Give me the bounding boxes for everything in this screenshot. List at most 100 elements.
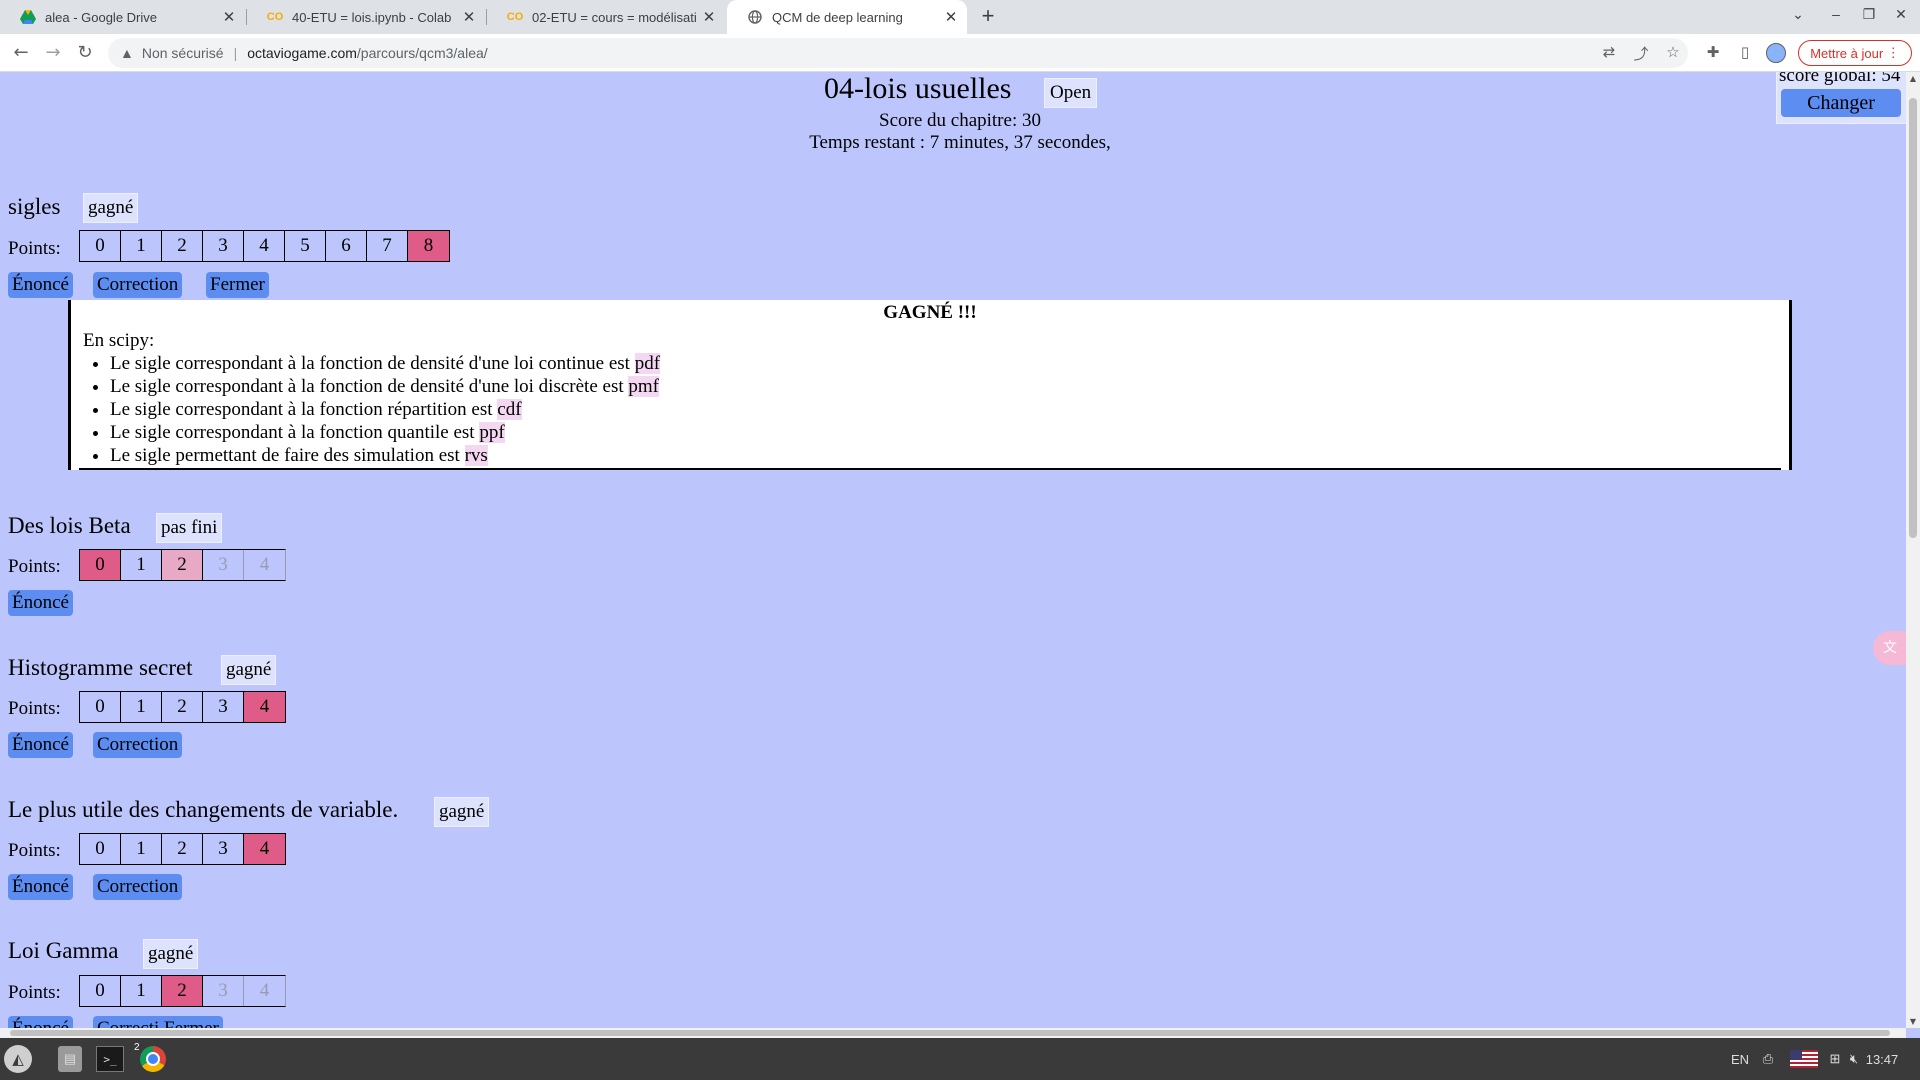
point-option[interactable]: 2 <box>162 231 203 261</box>
point-option[interactable]: 1 <box>121 692 162 722</box>
correction-button[interactable]: Correction <box>93 732 183 758</box>
printer-icon[interactable]: ⎙ <box>1758 1046 1778 1072</box>
point-option-selected[interactable]: 4 <box>244 692 285 722</box>
correction-button[interactable]: Correction <box>93 874 183 900</box>
browser-tab-drive[interactable]: alea - Google Drive ✕ <box>0 0 245 34</box>
enonce-button[interactable]: Énoncé <box>8 732 73 758</box>
browser-tab-qcm[interactable]: QCM de deep learning ✕ <box>727 0 967 34</box>
close-icon[interactable]: ✕ <box>457 8 481 26</box>
point-option-selected[interactable]: 4 <box>244 834 285 864</box>
scroll-down-arrow-icon[interactable]: ▼ <box>1906 1017 1920 1026</box>
horizontal-scrollbar[interactable] <box>0 1028 1906 1038</box>
point-option-selected[interactable]: 2 <box>162 976 203 1006</box>
translate-widget-icon[interactable]: 文 <box>1873 631 1906 665</box>
us-flag-icon[interactable] <box>1790 1050 1818 1068</box>
point-option[interactable]: 0 <box>80 692 121 722</box>
browser-tab-bar: alea - Google Drive ✕ CO 40-ETU = lois.i… <box>0 0 1920 34</box>
point-option-selected[interactable]: 0 <box>80 550 121 580</box>
point-option[interactable]: 5 <box>285 231 326 261</box>
point-option[interactable]: 0 <box>80 834 121 864</box>
browser-tab-colab-cours[interactable]: CO 02-ETU = cours = modélisation ✕ <box>487 0 725 34</box>
list-item-text: Le sigle correspondant à la fonction qua… <box>110 422 480 443</box>
back-arrow-icon[interactable]: ← <box>8 41 34 65</box>
list-item: Le sigle correspondant à la fonction qua… <box>110 421 660 444</box>
points-scale: 0 1 2 3 4 <box>79 975 286 1007</box>
share-icon[interactable]: ⤴ <box>1630 43 1652 63</box>
fermer-button[interactable]: Fermer <box>206 272 269 298</box>
points-scale: 0 1 2 3 4 <box>79 691 286 723</box>
warning-icon[interactable]: ▲ <box>120 45 134 61</box>
minimize-icon[interactable]: – <box>1824 6 1848 22</box>
volume-muted-icon[interactable]: 🔇︎ <box>1846 1046 1862 1072</box>
file-manager-icon[interactable]: ▤ <box>58 1046 82 1072</box>
browser-tab-colab-lois[interactable]: CO 40-ETU = lois.ipynb - Colab ✕ <box>247 0 485 34</box>
forward-arrow-icon[interactable]: → <box>40 41 66 65</box>
side-panel-icon[interactable]: ▯ <box>1734 43 1756 63</box>
fermer-button[interactable]: Fermer <box>160 1016 223 1028</box>
point-option[interactable]: 3 <box>203 834 244 864</box>
code-term: pdf <box>634 353 661 374</box>
keyboard-language[interactable]: EN <box>1728 1046 1752 1072</box>
code-term: rvs <box>464 445 488 466</box>
point-option[interactable]: 1 <box>121 550 162 580</box>
enonce-button[interactable]: Énoncé <box>8 590 73 616</box>
point-option[interactable]: 3 <box>203 231 244 261</box>
open-button[interactable]: Open <box>1044 78 1098 108</box>
point-option[interactable]: 4 <box>244 231 285 261</box>
point-option[interactable]: 6 <box>326 231 367 261</box>
clock[interactable]: 13:47 <box>1862 1046 1902 1072</box>
point-option[interactable]: 7 <box>367 231 408 261</box>
security-label[interactable]: Non sécurisé <box>142 45 224 61</box>
tab-search-icon[interactable]: ⌄ <box>1786 6 1810 23</box>
global-score-label: score global: 54 <box>1779 72 1901 86</box>
globe-icon <box>747 9 763 25</box>
chrome-icon[interactable] <box>140 1046 166 1072</box>
point-option-disabled: 4 <box>259 980 270 1001</box>
list-item: Le sigle correspondant à la fonction de … <box>110 375 660 398</box>
status-badge: gagné <box>143 939 199 969</box>
list-item: Le sigle correspondant à la fonction rép… <box>110 398 660 421</box>
close-window-icon[interactable]: ✕ <box>1889 6 1913 23</box>
point-option[interactable]: 1 <box>121 976 162 1006</box>
close-icon[interactable]: ✕ <box>697 8 721 26</box>
point-option-partial[interactable]: 2 <box>162 550 203 580</box>
points-label: Points: <box>8 840 61 861</box>
point-option[interactable]: 1 <box>121 834 162 864</box>
point-option[interactable]: 1 <box>121 231 162 261</box>
correction-title: GAGNÉ !!! <box>883 302 977 323</box>
scrollbar-thumb[interactable] <box>1909 98 1917 538</box>
code-term: cdf <box>497 399 522 420</box>
update-button[interactable]: Mettre à jour ⋮ <box>1798 40 1912 66</box>
restore-icon[interactable]: ❐ <box>1857 6 1881 23</box>
point-option[interactable]: 3 <box>203 692 244 722</box>
profile-avatar[interactable] <box>1766 43 1786 63</box>
point-option[interactable]: 2 <box>162 692 203 722</box>
vertical-scrollbar[interactable]: ▲ ▼ <box>1906 72 1920 1028</box>
point-option-selected[interactable]: 8 <box>408 231 449 261</box>
point-option[interactable]: 2 <box>162 834 203 864</box>
scroll-up-arrow-icon[interactable]: ▲ <box>1906 74 1920 83</box>
close-icon[interactable]: ✕ <box>217 8 241 26</box>
point-option[interactable]: 0 <box>80 231 121 261</box>
status-badge: gagné <box>434 797 490 827</box>
change-button[interactable]: Changer <box>1781 89 1901 117</box>
terminal-icon[interactable]: >_ <box>96 1046 124 1072</box>
enonce-button[interactable]: Énoncé <box>8 272 73 298</box>
enonce-button[interactable]: Énoncé <box>8 1016 73 1028</box>
translate-icon[interactable]: ⇄ <box>1598 43 1620 63</box>
correction-button[interactable]: Correction <box>93 272 183 298</box>
list-item-text: Le sigle permettant de faire des simulat… <box>110 445 465 466</box>
window-count-badge: 2 <box>134 1042 140 1053</box>
exercise-title: sigles <box>8 194 61 219</box>
reload-icon[interactable]: ↻ <box>72 41 98 65</box>
new-tab-button[interactable]: + <box>976 5 1000 29</box>
address-bar[interactable]: ▲ Non sécurisé | octaviogame.com/parcour… <box>108 38 1688 68</box>
extensions-icon[interactable]: ✚ <box>1702 43 1724 63</box>
close-icon[interactable]: ✕ <box>939 8 963 26</box>
network-icon[interactable]: ⊞ <box>1826 1046 1844 1072</box>
bookmark-star-icon[interactable]: ☆ <box>1662 43 1684 63</box>
enonce-button[interactable]: Énoncé <box>8 874 73 900</box>
start-menu-icon[interactable]: ◭ <box>4 1045 32 1073</box>
point-option[interactable]: 0 <box>80 976 121 1006</box>
scrollbar-thumb[interactable] <box>10 1030 1890 1036</box>
